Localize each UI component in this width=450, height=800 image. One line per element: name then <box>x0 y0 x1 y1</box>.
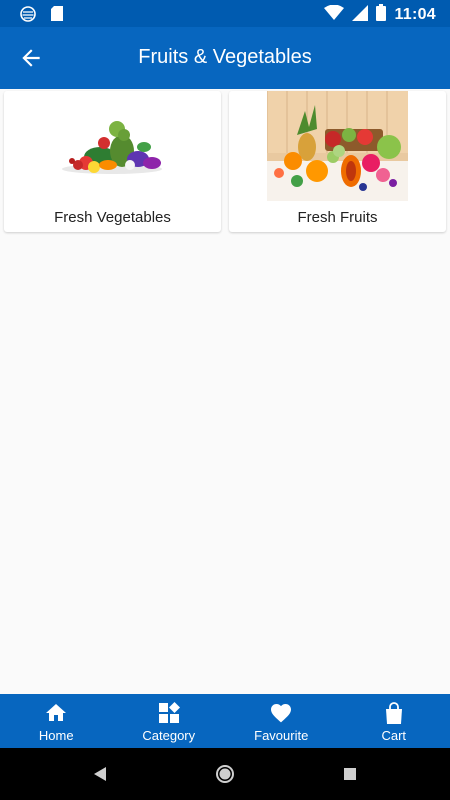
category-icon <box>158 702 180 723</box>
category-grid: Fresh Vegetables Fresh Fruits <box>4 91 446 232</box>
home-icon <box>46 704 67 721</box>
wifi-icon <box>324 4 345 26</box>
shopping-bag-icon <box>385 702 402 724</box>
heart-icon <box>271 704 292 723</box>
category-label: Fresh Fruits <box>297 209 378 226</box>
nav-item-cart[interactable]: Cart <box>338 694 450 748</box>
system-recents-button[interactable] <box>339 763 361 785</box>
back-triangle-icon <box>94 767 106 781</box>
recents-square-icon <box>344 768 356 780</box>
category-card-fresh-fruits[interactable]: Fresh Fruits <box>229 91 446 232</box>
battery-icon <box>376 4 387 26</box>
home-circle-icon <box>216 765 234 783</box>
nav-label: Cart <box>381 728 407 743</box>
sd-card-icon <box>50 5 64 27</box>
nav-label: Home <box>38 728 74 743</box>
nav-item-home[interactable]: Home <box>0 694 113 748</box>
cell-signal-icon <box>352 4 369 26</box>
category-label: Fresh Vegetables <box>54 209 171 226</box>
category-card-fresh-vegetables[interactable]: Fresh Vegetables <box>4 91 221 232</box>
app-notification-icon <box>20 5 36 27</box>
bottom-navigation: Home Category Favourite Cart <box>0 694 450 748</box>
status-time: 11:04 <box>394 6 436 23</box>
vegetables-image <box>62 121 162 174</box>
page-title: Fruits & Vegetables <box>138 46 312 68</box>
nav-item-category[interactable]: Category <box>113 694 226 748</box>
fruits-image <box>267 91 408 201</box>
status-bar: 11:04 <box>0 0 450 27</box>
system-back-button[interactable] <box>89 763 111 785</box>
system-navigation-bar <box>0 748 450 800</box>
nav-label: Category <box>142 728 196 743</box>
system-home-button[interactable] <box>214 763 236 785</box>
nav-label: Favourite <box>254 728 309 743</box>
app-bar: Fruits & Vegetables <box>0 27 450 89</box>
nav-item-favourite[interactable]: Favourite <box>225 694 338 748</box>
